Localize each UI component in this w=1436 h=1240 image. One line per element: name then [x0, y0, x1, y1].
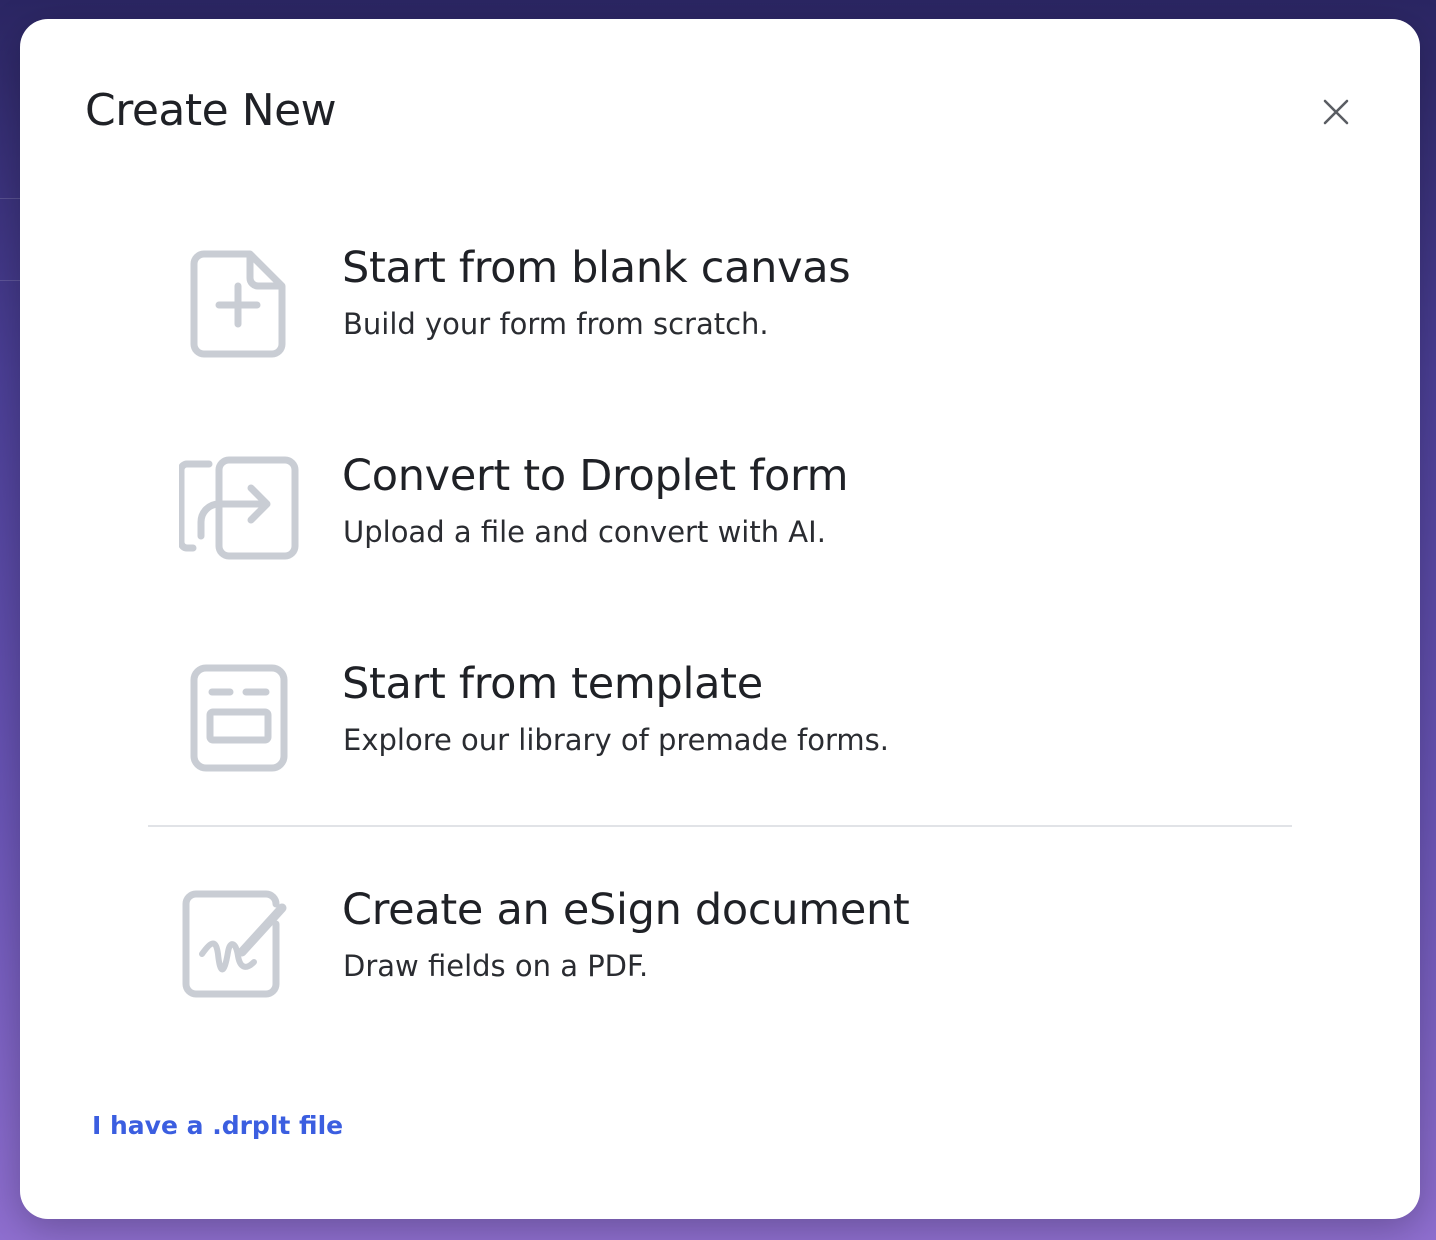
option-description: Build your form from scratch.	[343, 307, 769, 341]
option-description: Draw fields on a PDF.	[343, 949, 649, 983]
drplt-file-link[interactable]: I have a .drplt file	[92, 1111, 343, 1140]
option-title: Start from template	[342, 659, 763, 709]
modal-title: Create New	[85, 85, 337, 136]
new-file-icon	[170, 243, 310, 363]
option-description: Explore our library of premade forms.	[343, 723, 889, 757]
option-template[interactable]: Start from template Explore our library …	[170, 659, 1270, 799]
background-divider	[0, 198, 22, 199]
convert-icon	[170, 451, 310, 571]
option-title: Start from blank canvas	[342, 243, 851, 293]
option-blank-canvas[interactable]: Start from blank canvas Build your form …	[170, 243, 1270, 383]
divider	[148, 825, 1292, 827]
esign-icon	[170, 885, 310, 1005]
create-new-modal: Create New Start from blank canvas Build…	[20, 19, 1420, 1219]
option-description: Upload a file and convert with AI.	[343, 515, 826, 549]
option-title: Convert to Droplet form	[342, 451, 849, 501]
background-divider	[0, 280, 22, 281]
option-title: Create an eSign document	[342, 885, 910, 935]
close-button[interactable]	[1316, 92, 1356, 132]
option-convert-form[interactable]: Convert to Droplet form Upload a file an…	[170, 451, 1270, 591]
close-icon	[1323, 99, 1349, 125]
template-icon	[170, 659, 310, 779]
option-esign-document[interactable]: Create an eSign document Draw fields on …	[170, 885, 1270, 1025]
